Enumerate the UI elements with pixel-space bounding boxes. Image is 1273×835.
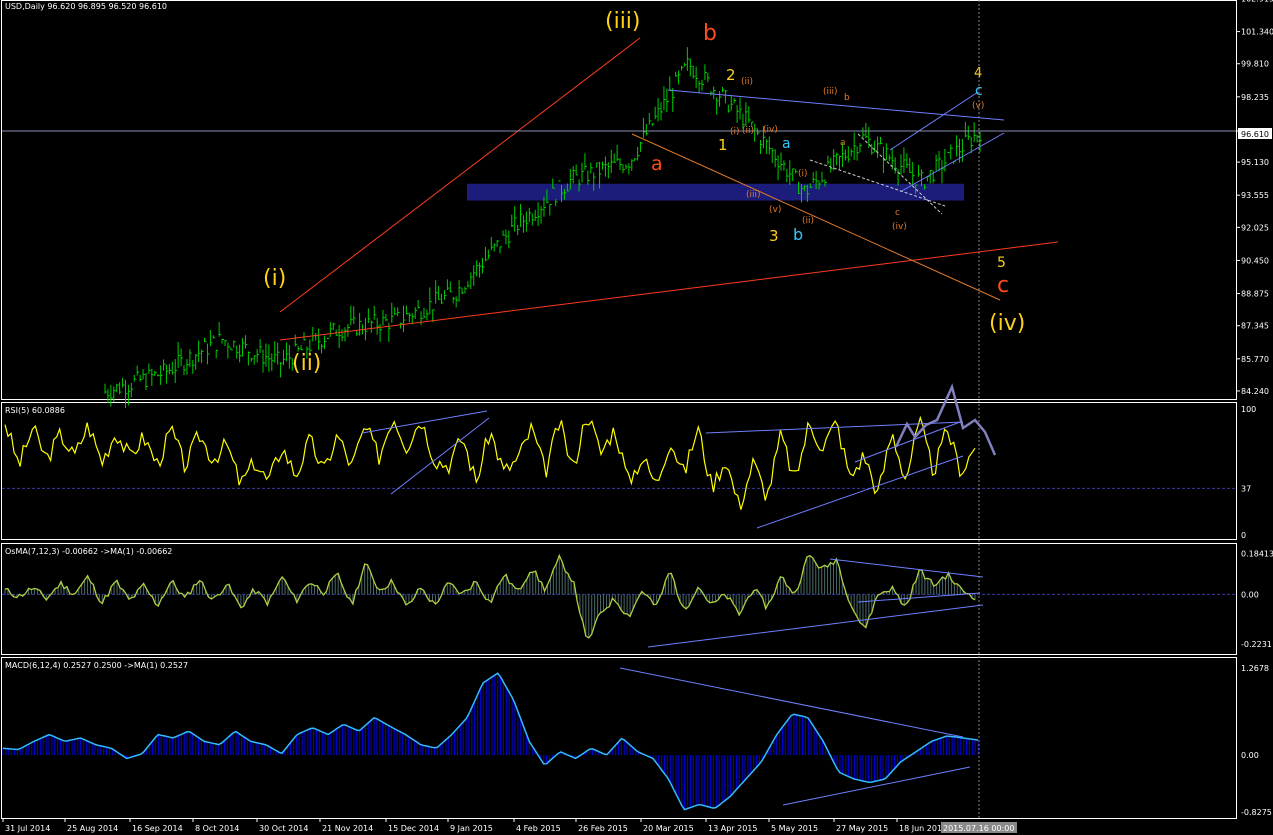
wave-label: b: [703, 21, 717, 46]
time-tick-label: 30 Oct 2014: [259, 824, 308, 833]
time-tick-label: 13 Apr 2015: [708, 824, 757, 833]
wedge-lower-line: [899, 132, 1005, 193]
time-cursor-label: 2015.07.16 00:00: [943, 824, 1014, 833]
wave-label: (i): [798, 169, 808, 179]
osma-tick-label: -0.2231: [1241, 640, 1272, 649]
time-tick-label: 26 Feb 2015: [578, 824, 628, 833]
rsi-trendline: [854, 421, 961, 463]
wave-label: c: [895, 208, 900, 218]
price-tick-label: 87.345: [1241, 322, 1269, 331]
trading-chart-window: 102.915 101.340 99.810 98.235 95.130 93.555 92…: [1, 0, 1273, 833]
rsi-trendline: [390, 417, 490, 495]
current-price-label: 96.610: [1241, 130, 1269, 139]
rsi-panel-frame: [1, 402, 1237, 540]
time-tick-label: 5 May 2015: [771, 824, 818, 833]
wave-label: b: [793, 225, 803, 244]
wave-label: a: [651, 153, 663, 175]
wave-label: b: [844, 93, 850, 103]
wave-label: 5: [997, 255, 1006, 271]
price-tick-label: 101.340: [1241, 28, 1273, 37]
price-tick-label: 99.810: [1241, 60, 1269, 69]
price-tick-label: 92.025: [1241, 223, 1269, 232]
wave-label: (iv): [989, 311, 1025, 336]
macd-header: MACD(6,12,4) 0.2527 0.2500 ->MA(1) 0.252…: [5, 661, 188, 670]
time-tick-label: 25 Aug 2014: [67, 824, 118, 833]
time-tick-label: 4 Feb 2015: [516, 824, 561, 833]
price-tick-label: 90.450: [1241, 256, 1269, 265]
osma-indicator: 0.18413 0.00 -0.2231: [2, 549, 1273, 649]
price-tick-label: 85.770: [1241, 355, 1269, 364]
wave-label: 1: [718, 136, 728, 154]
time-tick-label: 27 May 2015: [836, 824, 888, 833]
price-header: USD,Daily 96.620 96.895 96.520 96.610: [5, 2, 167, 11]
macd-tick-label: -0.8275: [1241, 808, 1272, 817]
macd-trendline: [782, 766, 971, 806]
wave-label: (iii): [746, 190, 761, 200]
osma-panel-frame: [1, 543, 1237, 655]
time-tick-label: 16 Sep 2014: [132, 824, 183, 833]
time-tick-label: 15 Dec 2014: [388, 824, 439, 833]
time-tick-label: 9 Jan 2015: [450, 824, 493, 833]
channel-upper-line: [279, 37, 641, 313]
time-tick-label: 31 Jul 2014: [5, 824, 50, 833]
macd-indicator: 1.2678 0.00 -0.8275: [2, 664, 1272, 817]
wave-label: a: [782, 136, 791, 152]
rsi-tick-label: 100: [1241, 405, 1256, 414]
wave-label: (ii): [741, 77, 753, 87]
rsi-line: [4, 415, 976, 510]
wave-label: (ii): [802, 216, 814, 226]
price-bars: [104, 47, 982, 408]
wave-label: (i): [730, 127, 740, 137]
osma-trendline: [647, 604, 984, 648]
rsi-projection-arrow: [894, 383, 997, 456]
osma-line: [4, 553, 976, 639]
macd-signal-line: [2, 672, 979, 811]
wedge-upper-line: [889, 91, 979, 151]
wave-label: (i): [263, 266, 286, 291]
rsi-tick-label: 0: [1241, 531, 1246, 540]
price-tick-label: 93.555: [1241, 191, 1269, 200]
osma-trendline: [829, 558, 984, 578]
time-tick-label: 8 Oct 2014: [195, 824, 239, 833]
wave-label: (iii): [605, 9, 641, 34]
wave-label: 2: [726, 66, 736, 84]
wave-label: (iii): [823, 87, 838, 97]
time-tick-label: 21 Nov 2014: [322, 824, 373, 833]
wave-label: (ii): [292, 351, 321, 376]
macd-tick-label: 1.2678: [1241, 664, 1269, 673]
time-tick-label: 18 Jun 2015: [899, 824, 947, 833]
wave-label: (v): [769, 205, 781, 215]
wave-label: c: [997, 273, 1009, 298]
support-zone-layer: [467, 183, 964, 201]
price-tick-label: 84.240: [1241, 387, 1269, 396]
rsi-indicator: 100 37 0: [2, 383, 1256, 540]
rsi-tick-label: 37: [1241, 484, 1251, 493]
channel-lower-line: [279, 241, 1059, 341]
price-tick-label: 95.130: [1241, 158, 1269, 167]
osma-tick-label: 0.00: [1241, 590, 1259, 599]
time-axis: 31 Jul 2014 25 Aug 2014 16 Sep 2014 8 Oct 2…: [2, 0, 980, 833]
wave-label: (ii): [742, 126, 754, 136]
wave-label: (v): [972, 101, 984, 111]
wave-label: (iv): [892, 222, 907, 232]
osma-tick-label: 0.18413: [1241, 549, 1273, 558]
wave-label: a: [840, 138, 846, 148]
rsi-header: RSI(5) 60.0886: [5, 406, 65, 415]
wave-label: (iv): [763, 125, 778, 135]
time-tick-label: 20 Mar 2015: [643, 824, 694, 833]
macd-tick-label: 0.00: [1241, 751, 1259, 760]
price-tick-label: 88.875: [1241, 290, 1269, 299]
wave-label: 3: [769, 227, 779, 245]
osma-header: OsMA(7,12,3) -0.00662 ->MA(1) -0.00662: [5, 547, 172, 556]
support-zone: [467, 183, 964, 201]
price-tick-label: 98.235: [1241, 93, 1269, 102]
wave-label: 4: [974, 66, 982, 81]
price-tick-label: 102.915: [1241, 0, 1273, 3]
dashed-line-a: [857, 133, 943, 215]
